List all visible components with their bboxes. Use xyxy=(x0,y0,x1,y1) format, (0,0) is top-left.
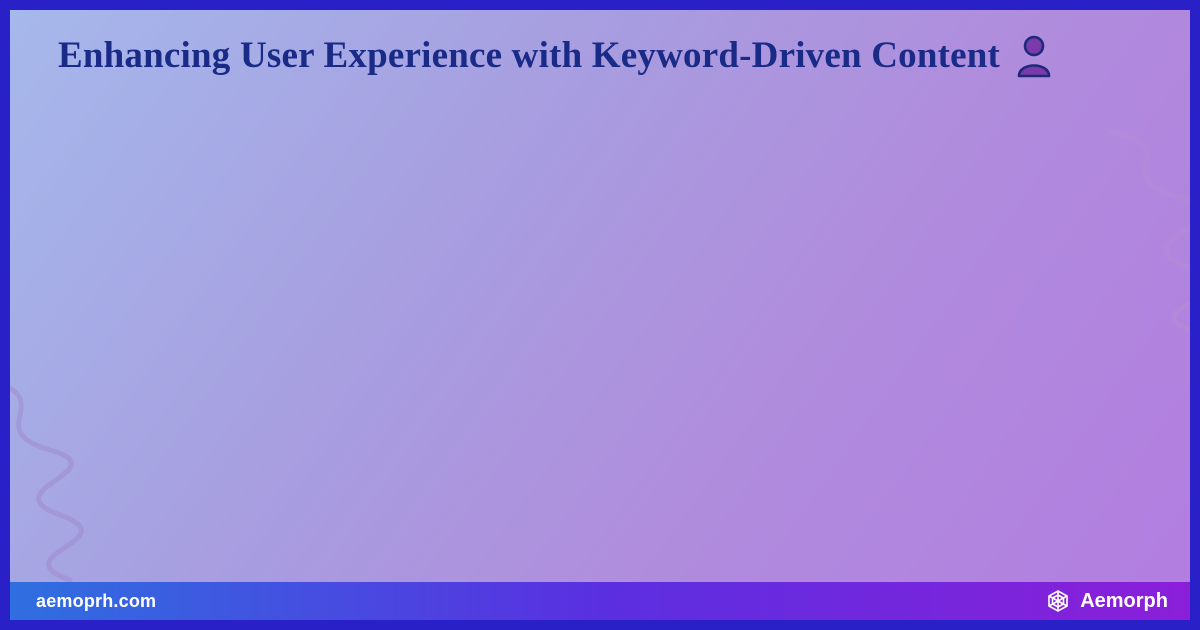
footer-site: aemoprh.com xyxy=(36,591,156,612)
footer-bar: aemoprh.com Aemorph xyxy=(10,582,1190,620)
brand-logo-icon xyxy=(1046,589,1070,613)
slide-frame: Enhancing User Experience with Keyword-D… xyxy=(0,0,1200,630)
person-icon xyxy=(1014,34,1054,78)
footer-brand: Aemorph xyxy=(1046,589,1168,613)
slide-title: Enhancing User Experience with Keyword-D… xyxy=(58,35,1000,78)
decor-squiggle-left xyxy=(10,370,110,590)
brand-name: Aemorph xyxy=(1080,590,1168,613)
slide-canvas: Enhancing User Experience with Keyword-D… xyxy=(10,10,1190,620)
decor-squiggle-right xyxy=(1096,120,1190,340)
title-row: Enhancing User Experience with Keyword-D… xyxy=(58,34,1142,78)
